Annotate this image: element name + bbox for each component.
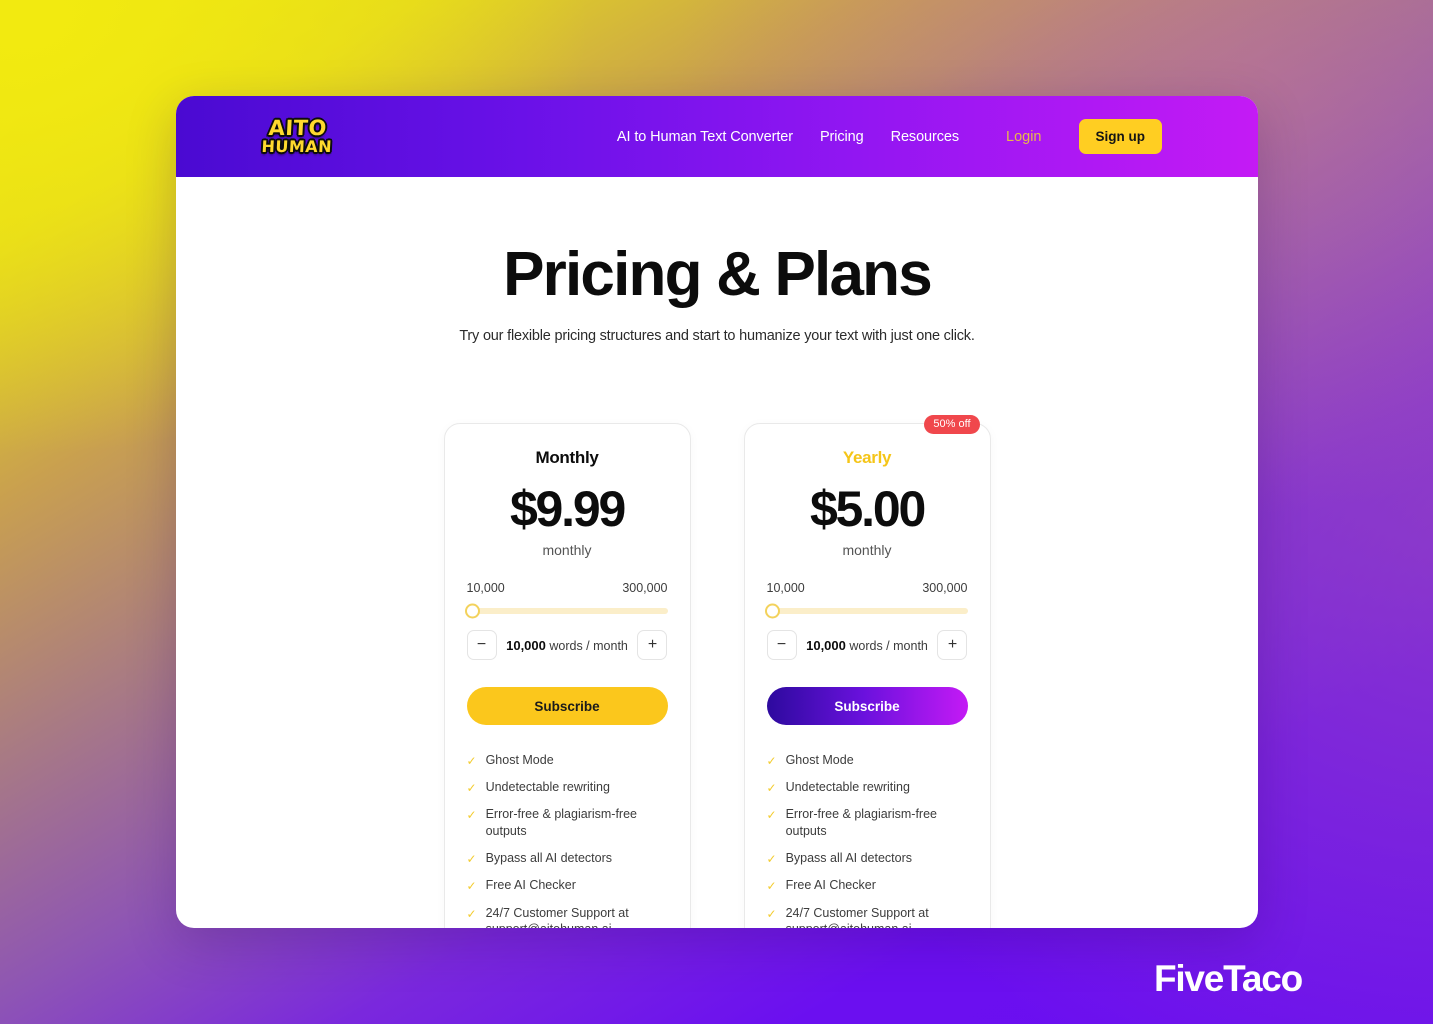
check-icon: ✓ [466,781,477,796]
slider-max-label: 300,000 [922,581,968,595]
words-amount-unit: words / month [849,638,928,653]
logo-text-bottom: HUMAN [259,135,334,157]
list-item: ✓ 24/7 Customer Support at support@aitoh… [767,905,968,929]
feature-list: ✓ Ghost Mode ✓ Undetectable rewriting ✓ … [767,752,968,928]
signup-button[interactable]: Sign up [1078,119,1162,154]
check-icon: ✓ [766,852,777,867]
login-link[interactable]: Login [1006,129,1041,145]
check-icon: ✓ [466,754,477,768]
list-item: ✓ Bypass all AI detectors [467,850,668,867]
words-amount-value: 10,000 [806,637,846,653]
nav-item-resources[interactable]: Resources [891,129,960,145]
feature-label: Ghost Mode [485,753,554,767]
feature-label: Bypass all AI detectors [785,851,913,866]
discount-badge: 50% off [924,415,980,434]
check-icon: ✓ [766,754,777,768]
increment-button[interactable]: + [637,630,668,660]
words-amount-unit: words / month [549,638,628,653]
plan-name: Yearly [842,448,892,467]
words-stepper: − 10,000 words / month + [466,630,668,660]
check-icon: ✓ [466,852,477,867]
check-icon: ✓ [466,808,477,823]
check-icon: ✓ [466,906,477,921]
list-item: ✓ 24/7 Customer Support at support@aitoh… [467,905,668,929]
words-amount-label: 10,000 words / month [806,638,928,653]
feature-label: 24/7 Customer Support at support@aitohum… [485,905,629,929]
nav-item-pricing[interactable]: Pricing [820,129,864,145]
plan-price: $5.00 [809,481,926,537]
slider-range-labels: 10,000 300,000 [767,581,968,595]
fivetaco-watermark: FiveTaco [1153,958,1303,999]
list-item: ✓ Undetectable rewriting [467,779,668,796]
plan-period: monthly [542,542,592,558]
site-logo[interactable]: AITO HUMAN [259,114,334,157]
feature-label: Free AI Checker [785,878,876,893]
list-item: ✓ Bypass all AI detectors [767,850,968,867]
slider-handle[interactable] [464,603,480,619]
feature-label: 24/7 Customer Support at support@aitohum… [785,905,929,929]
slider-min-label: 10,000 [766,581,805,595]
words-slider[interactable] [764,603,968,619]
check-icon: ✓ [766,906,777,921]
list-item: ✓ Ghost Mode [467,752,668,769]
subscribe-button-yearly[interactable]: Subscribe [766,687,968,725]
slider-min-label: 10,000 [466,581,505,595]
words-amount-label: 10,000 words / month [506,638,628,653]
check-icon: ✓ [766,808,777,823]
subscribe-button-monthly[interactable]: Subscribe [466,687,668,725]
page-background: AITO HUMAN AI to Human Text Converter Pr… [0,0,1433,1024]
slider-range-labels: 10,000 300,000 [467,581,668,595]
logo-text-top: AITO [266,114,329,141]
feature-label: Error-free & plagiarism-free outputs [485,807,637,839]
main-navigation: AI to Human Text Converter Pricing Resou… [617,119,1162,154]
feature-label: Undetectable rewriting [785,780,910,795]
check-icon: ✓ [766,781,777,796]
feature-label: Free AI Checker [485,878,576,893]
nav-item-converter[interactable]: AI to Human Text Converter [617,129,793,145]
feature-label: Error-free & plagiarism-free outputs [785,807,937,839]
plan-name: Monthly [535,448,599,467]
decrement-button[interactable]: − [766,630,797,660]
list-item: ✓ Free AI Checker [767,877,968,894]
plan-period: monthly [842,542,892,558]
list-item: ✓ Error-free & plagiarism-free outputs [467,806,668,840]
list-item: ✓ Undetectable rewriting [767,779,968,796]
words-amount-value: 10,000 [506,637,546,653]
app-window: AITO HUMAN AI to Human Text Converter Pr… [176,96,1258,928]
list-item: ✓ Error-free & plagiarism-free outputs [767,806,968,840]
site-header: AITO HUMAN AI to Human Text Converter Pr… [176,96,1258,177]
words-stepper: − 10,000 words / month + [766,630,968,660]
plan-card-yearly: 50% off Yearly $5.00 monthly 10,000 300,… [743,415,991,928]
feature-label: Bypass all AI detectors [485,851,613,866]
check-icon: ✓ [466,879,477,894]
list-item: ✓ Ghost Mode [767,752,968,769]
page-subtitle: Try our flexible pricing structures and … [459,328,975,344]
pricing-plans-row: Monthly $9.99 monthly 10,000 300,000 − 1… [176,415,1258,928]
slider-handle[interactable] [764,603,780,619]
feature-label: Ghost Mode [785,753,854,767]
feature-label: Undetectable rewriting [485,780,610,795]
check-icon: ✓ [766,879,777,894]
slider-max-label: 300,000 [622,581,668,595]
feature-list: ✓ Ghost Mode ✓ Undetectable rewriting ✓ … [467,752,668,928]
main-content: Pricing & Plans Try our flexible pricing… [176,177,1258,928]
page-title: Pricing & Plans [503,240,933,309]
plan-card-monthly: Monthly $9.99 monthly 10,000 300,000 − 1… [443,423,691,928]
decrement-button[interactable]: − [466,630,497,660]
increment-button[interactable]: + [937,630,968,660]
words-slider[interactable] [464,603,668,619]
plan-price: $9.99 [509,481,626,537]
list-item: ✓ Free AI Checker [467,877,668,894]
